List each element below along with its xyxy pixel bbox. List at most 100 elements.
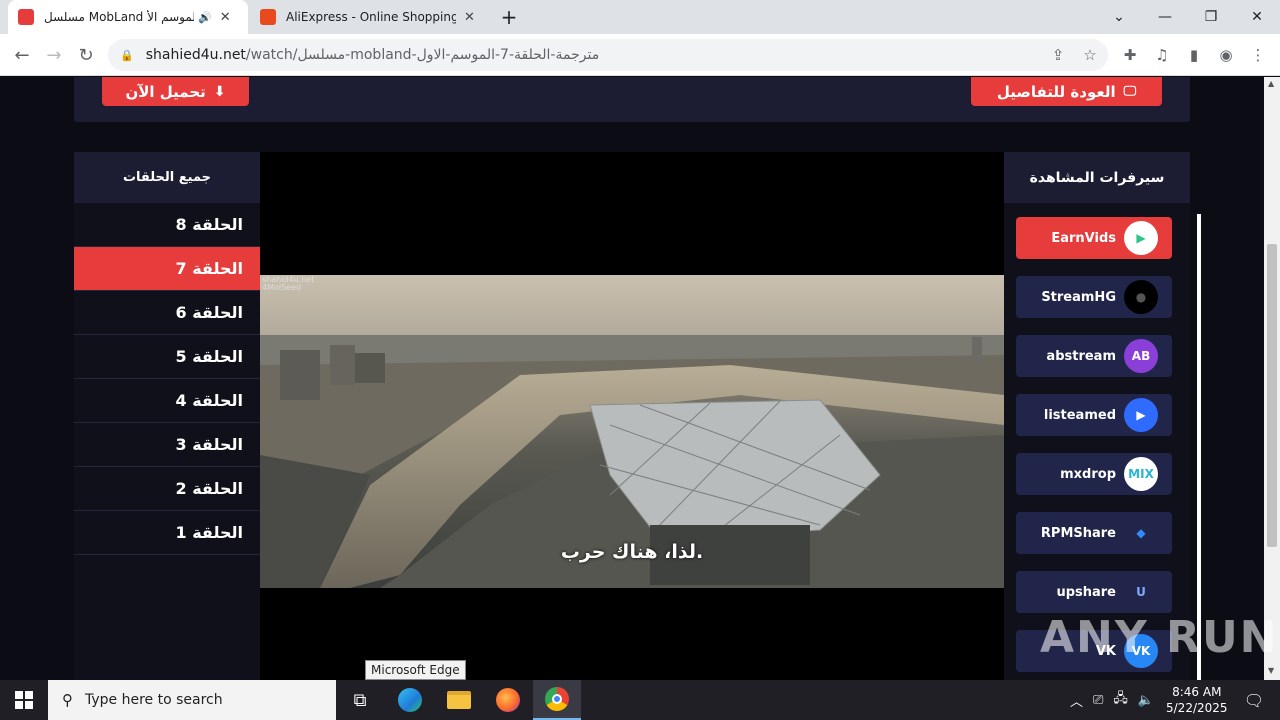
anyrun-watermark: ANY RUN	[1040, 612, 1279, 663]
video-player[interactable]: shahid4u.net 4MolSeed لذا، هناك حرب.	[260, 152, 1004, 680]
servers-header: سيرفرات المشاهدة	[1004, 152, 1190, 203]
server-button-abstream[interactable]: abstream AB	[1016, 335, 1172, 377]
episode-item[interactable]: الحلقة 3	[74, 423, 260, 467]
taskbar-search-placeholder: Type here to search	[85, 692, 223, 708]
taskbar-search-box[interactable]: ⚲ Type here to search	[48, 680, 336, 720]
side-panel-icon[interactable]: ▮	[1180, 41, 1208, 69]
browser-tabbar: مسلسل MobLand الموسم الأ 🔊 ✕ AliExpress …	[0, 0, 1280, 34]
page-scrollbar-thumb[interactable]	[1267, 244, 1277, 547]
server-button-earnvids[interactable]: EarnVids ▶	[1016, 217, 1172, 259]
episode-item[interactable]: الحلقة 1	[74, 511, 260, 555]
new-tab-button[interactable]: +	[486, 0, 532, 34]
server-logo-icon: U	[1124, 575, 1158, 609]
edge-taskbar-icon[interactable]	[386, 680, 434, 720]
tab-title: مسلسل MobLand الموسم الأ	[44, 10, 194, 24]
watermark-line-2: 4MolSeed	[262, 283, 302, 292]
tab-close-icon[interactable]: ✕	[220, 10, 231, 25]
episode-item[interactable]: الحلقة 8	[74, 203, 260, 247]
servers-scrollbar[interactable]	[1197, 214, 1201, 680]
episodes-header: جميع الحلقات	[74, 152, 260, 203]
server-label: upshare	[1056, 584, 1116, 600]
media-control-icon[interactable]: ♫	[1148, 41, 1176, 69]
server-logo-icon: ▶	[1124, 398, 1158, 432]
firefox-icon[interactable]	[484, 680, 532, 720]
volume-icon[interactable]: 🔈	[1138, 693, 1154, 708]
tab-close-icon[interactable]: ✕	[464, 10, 475, 25]
server-label: abstream	[1046, 348, 1116, 364]
server-label: listeamed	[1043, 407, 1116, 423]
url-host: shahied4u.net	[145, 47, 246, 63]
server-logo-icon: ◆	[1124, 516, 1158, 550]
scroll-up-icon[interactable]: ▲	[1268, 79, 1274, 88]
notifications-icon[interactable]: 🗨	[1230, 680, 1278, 720]
restore-button[interactable]: ❐	[1188, 0, 1234, 34]
server-button-upshare[interactable]: upshare U	[1016, 571, 1172, 613]
back-to-details-label: العودة للتفاصيل	[996, 82, 1116, 101]
minimize-button[interactable]: —	[1142, 0, 1188, 34]
server-logo-icon: ●	[1124, 280, 1158, 314]
profile-avatar-icon[interactable]: ◉	[1212, 41, 1240, 69]
episode-item[interactable]: الحلقة 6	[74, 291, 260, 335]
network-icon[interactable]: 🖧	[1113, 689, 1128, 711]
search-icon: ⚲	[62, 691, 73, 709]
file-explorer-icon[interactable]	[435, 680, 483, 720]
browser-toolbar: ← → ↻ 🔒 shahied4u.net/watch/مسلسل-moblan…	[0, 34, 1280, 76]
tab-title: AliExpress - Online Shopping für	[286, 10, 456, 24]
site-favicon-icon	[18, 9, 34, 25]
monitor-icon: 🖵	[1123, 84, 1137, 99]
scroll-down-icon[interactable]: ▼	[1268, 666, 1274, 675]
server-button-mxdrop[interactable]: mxdrop MIX	[1016, 453, 1172, 495]
clock-time: 8:46 AM	[1172, 685, 1222, 699]
episode-item[interactable]: الحلقة 5	[74, 335, 260, 379]
url-path: /watch/مسلسل-mobland-مترجمة-الحلقة-7-الم…	[245, 47, 600, 63]
extensions-icon[interactable]: ✚	[1116, 41, 1144, 69]
server-button-listeamed[interactable]: listeamed ▶	[1016, 394, 1172, 436]
servers-panel: سيرفرات المشاهدة EarnVids ▶ StreamHG ● abstr…	[1004, 152, 1201, 680]
tray-chevron-icon[interactable]: ︿	[1070, 691, 1083, 710]
windows-logo-icon	[15, 691, 33, 709]
page-scrollbar[interactable]: ▲ ▼	[1264, 77, 1280, 680]
start-button[interactable]	[0, 680, 48, 720]
clock-date: 5/22/2025	[1166, 701, 1228, 715]
address-bar[interactable]: 🔒 shahied4u.net/watch/مسلسل-mobland-مترج…	[108, 39, 1108, 71]
bookmark-star-icon[interactable]: ☆	[1076, 41, 1104, 69]
episodes-panel: جميع الحلقات الحلقة 8 الحلقة 7 الحلقة 6 الح…	[74, 152, 260, 680]
windows-taskbar: ⚲ Type here to search ⧉ ︿ ⎚ 🖧 🔈 8:46 AM …	[0, 680, 1280, 720]
video-frame[interactable]: shahid4u.net 4MolSeed لذا، هناك حرب.	[260, 275, 1004, 588]
server-button-rpmshare[interactable]: RPMShare ◆	[1016, 512, 1172, 554]
server-logo-icon: ▶	[1124, 221, 1158, 255]
download-label: تحميل الآن	[125, 82, 206, 101]
server-button-streamhg[interactable]: StreamHG ●	[1016, 276, 1172, 318]
tray-device-icon[interactable]: ⎚	[1093, 693, 1103, 708]
episode-item[interactable]: الحلقة 4	[74, 379, 260, 423]
task-view-icon[interactable]: ⧉	[336, 680, 384, 720]
close-window-button[interactable]: ✕	[1234, 0, 1280, 34]
tab-search-button[interactable]: ⌄	[1096, 0, 1142, 34]
episode-item[interactable]: الحلقة 7	[74, 247, 260, 291]
video-subtitle: لذا، هناك حرب.	[560, 541, 704, 563]
share-icon[interactable]: ⇪	[1044, 41, 1072, 69]
taskbar-tooltip: Microsoft Edge	[365, 660, 466, 680]
lock-icon: 🔒	[120, 48, 134, 62]
chrome-taskbar-icon[interactable]	[533, 680, 581, 720]
forward-button[interactable]: →	[40, 41, 68, 69]
back-button[interactable]: ←	[8, 41, 36, 69]
download-icon: ⬇	[213, 83, 226, 100]
server-label: RPMShare	[1040, 525, 1116, 541]
download-now-button[interactable]: تحميل الآن ⬇	[102, 77, 249, 106]
server-label: mxdrop	[1060, 466, 1116, 482]
back-to-details-button[interactable]: العودة للتفاصيل 🖵	[971, 77, 1162, 106]
browser-tab-aliexpress[interactable]: AliExpress - Online Shopping für ✕	[250, 0, 488, 34]
clock[interactable]: 8:46 AM 5/22/2025	[1166, 680, 1228, 720]
page-content: العودة للتفاصيل 🖵 تحميل الآن ⬇ جميع الحل…	[0, 77, 1264, 680]
server-logo-icon: AB	[1124, 339, 1158, 373]
server-label: StreamHG	[1041, 289, 1116, 305]
browser-menu-icon[interactable]: ⋮	[1244, 41, 1272, 69]
speaker-icon[interactable]: 🔊	[198, 11, 212, 24]
aliexpress-favicon-icon	[260, 9, 276, 25]
reload-button[interactable]: ↻	[72, 41, 100, 69]
browser-tab-mobland[interactable]: مسلسل MobLand الموسم الأ 🔊 ✕	[8, 0, 248, 34]
episodes-list: الحلقة 8 الحلقة 7 الحلقة 6 الحلقة 5 الحلقة 4…	[74, 203, 260, 555]
episode-item[interactable]: الحلقة 2	[74, 467, 260, 511]
server-logo-icon: MIX	[1124, 457, 1158, 491]
